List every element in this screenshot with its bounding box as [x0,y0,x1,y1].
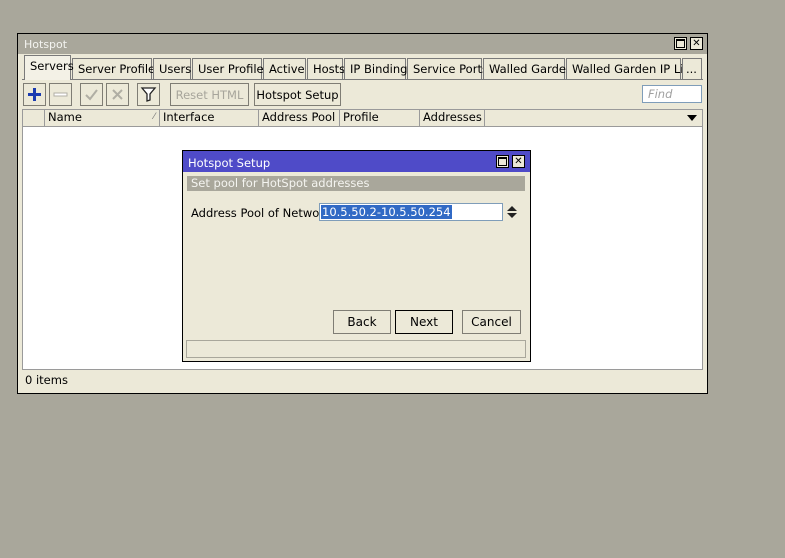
back-button[interactable]: Back [333,310,391,334]
tab-label: Hosts [313,62,346,76]
tab-walled-garden-ip-list[interactable]: Walled Garden IP List [566,58,694,79]
window-title: Hotspot [24,38,68,51]
next-button[interactable]: Next [395,310,453,334]
selected-text: 10.5.50.2-10.5.50.254 [321,205,452,219]
column-label: Name [48,110,82,124]
tab-servers[interactable]: Servers [24,55,74,80]
remove-button[interactable] [49,83,72,106]
chevron-down-icon [687,115,697,121]
maximize-box [498,157,507,166]
check-icon [85,89,98,101]
dialog-title: Hotspot Setup [188,156,271,170]
dialog-subtitle: Set pool for HotSpot addresses [187,176,525,191]
header-divider [23,126,702,127]
minus-icon [53,92,68,97]
column-label: Address Pool [262,110,336,124]
address-pool-input[interactable]: 10.5.50.2-10.5.50.254 [319,203,503,221]
tab-more[interactable]: ... [682,58,702,79]
hotspot-setup-dialog: Hotspot Setup ✕ Set pool for HotSpot add… [182,150,531,362]
dialog-titlebar[interactable]: Hotspot Setup ✕ [183,151,530,172]
close-icon[interactable]: ✕ [690,37,703,50]
cancel-button[interactable]: Cancel [462,310,521,334]
tab-server-profiles[interactable]: Server Profiles [72,58,161,79]
column-menu-dropdown-icon[interactable] [686,112,698,124]
column-header-interface[interactable]: Interface [160,110,259,126]
up-down-arrows-icon [507,206,517,218]
tab-divider [22,79,703,80]
tab-ip-bindings[interactable]: IP Bindings [344,58,413,79]
tab-label: Walled Garden [489,62,574,76]
column-header-name[interactable]: Name ⁄ [45,110,160,126]
address-pool-label: Address Pool of Network: [191,206,335,220]
tab-label: Walled Garden IP List [572,62,694,76]
dialog-maximize-icon[interactable] [496,155,509,168]
hotspot-setup-button[interactable]: Hotspot Setup [254,83,341,106]
maximize-icon[interactable] [674,37,687,50]
tab-label: Servers [30,59,74,73]
tab-users[interactable]: Users [153,58,191,79]
tab-hosts[interactable]: Hosts [307,58,346,79]
tab-label: ... [686,62,697,76]
dialog-status-bar [186,340,526,358]
column-label: Profile [343,110,379,124]
tab-user-profiles[interactable]: User Profiles [192,58,270,79]
plus-icon [28,88,41,101]
tab-label: Users [159,62,192,76]
column-header-spacer [23,110,45,126]
column-header-addresses[interactable]: Addresses ... [420,110,485,126]
tab-label: Server Profiles [78,62,162,76]
tab-bar: Servers Server Profiles Users User Profi… [22,55,704,80]
tab-label: IP Bindings [350,62,414,76]
column-header-profile[interactable]: Profile [340,110,420,126]
tab-service-ports[interactable]: Service Ports [407,58,488,79]
tab-walled-garden[interactable]: Walled Garden [483,58,573,79]
filter-icon [140,87,157,102]
tab-label: Active [269,62,305,76]
status-bar: 0 items [25,373,68,387]
disable-button[interactable] [106,83,129,106]
tab-label: Service Ports [413,62,488,76]
x-icon [112,89,123,100]
tab-active[interactable]: Active [263,58,306,79]
column-label: Addresses ... [423,110,484,124]
dialog-close-icon[interactable]: ✕ [512,155,525,168]
reset-html-button[interactable]: Reset HTML [170,83,249,106]
window-titlebar[interactable]: Hotspot ✕ [18,34,707,54]
pool-spinner[interactable] [506,204,518,220]
maximize-box [676,39,685,48]
sort-icon: ⁄ [153,112,155,122]
find-input[interactable]: Find [642,85,702,103]
tab-label: User Profiles [198,62,270,76]
add-button[interactable] [23,83,46,106]
column-header-filler [485,110,702,126]
enable-button[interactable] [80,83,103,106]
column-label: Interface [163,110,215,124]
filter-button[interactable] [137,83,160,106]
column-header-address-pool[interactable]: Address Pool [259,110,340,126]
